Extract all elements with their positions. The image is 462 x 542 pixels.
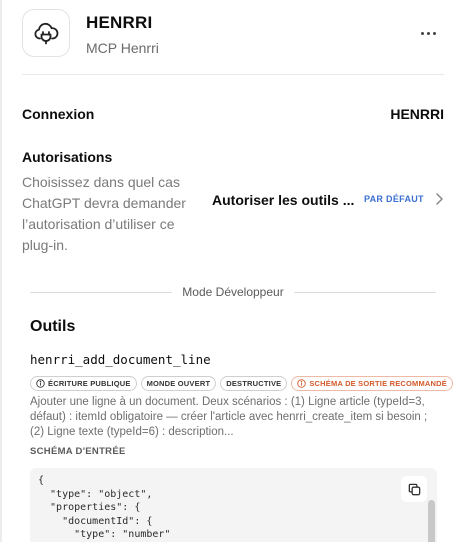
connection-row: Connexion HENRRI [22, 106, 444, 126]
developer-mode-divider: Mode Développeur [30, 284, 436, 302]
plug-cloud-icon [22, 9, 70, 57]
plugin-title: HENRRI [86, 13, 153, 32]
permissions-title: Autorisations [22, 149, 113, 165]
badge-label: ÉCRITURE PUBLIQUE [48, 379, 131, 388]
code-scrollbar[interactable] [428, 500, 435, 542]
tools-title: Outils [30, 318, 76, 335]
info-icon [297, 379, 307, 388]
badge-label: SCHÉMA DE SORTIE RECOMMANDÉ [309, 379, 447, 388]
badge-public-write: ÉCRITURE PUBLIQUE [30, 376, 137, 391]
tool-name: henrri_add_document_line [30, 352, 211, 367]
input-schema-label: SCHÉMA D'ENTRÉE [30, 446, 126, 457]
left-panel-border [0, 0, 2, 542]
input-schema-code-block[interactable]: { "type": "object", "properties": { "doc… [30, 468, 437, 542]
connection-label: Connexion [22, 106, 95, 122]
badge-open-world: MONDE OUVERT [140, 376, 217, 391]
copy-code-button[interactable] [401, 476, 427, 502]
badge-label: DESTRUCTIVE [226, 379, 282, 388]
divider-line-right [294, 292, 436, 293]
permissions-description: Choisissez dans quel cas ChatGPT devra d… [22, 174, 186, 253]
badge-destructive: DESTRUCTIVE [220, 376, 288, 391]
default-tag: PAR DÉFAUT [364, 194, 424, 204]
input-schema-code: { "type": "object", "properties": { "doc… [38, 475, 171, 540]
connection-value: HENRRI [390, 106, 444, 122]
tool-description: Ajouter une ligne à un document. Deux sc… [30, 396, 428, 438]
permissions-select[interactable]: Autoriser les outils ... PAR DÉFAUT [212, 189, 444, 211]
copy-icon [408, 483, 420, 495]
permissions-selected-value: Autoriser les outils ... [212, 192, 355, 208]
badge-output-schema-recommended: SCHÉMA DE SORTIE RECOMMANDÉ [291, 376, 453, 391]
plugin-subtitle: MCP Henrri [86, 40, 159, 56]
info-icon [36, 379, 45, 388]
plugin-header: HENRRI MCP Henrri [22, 9, 444, 75]
more-horizontal-icon [419, 31, 437, 35]
tool-badges: ÉCRITURE PUBLIQUE MONDE OUVERT DESTRUCTI… [30, 376, 453, 391]
more-options-button[interactable] [416, 21, 440, 45]
badge-label: MONDE OUVERT [146, 379, 211, 388]
chevron-right-icon [434, 192, 444, 211]
